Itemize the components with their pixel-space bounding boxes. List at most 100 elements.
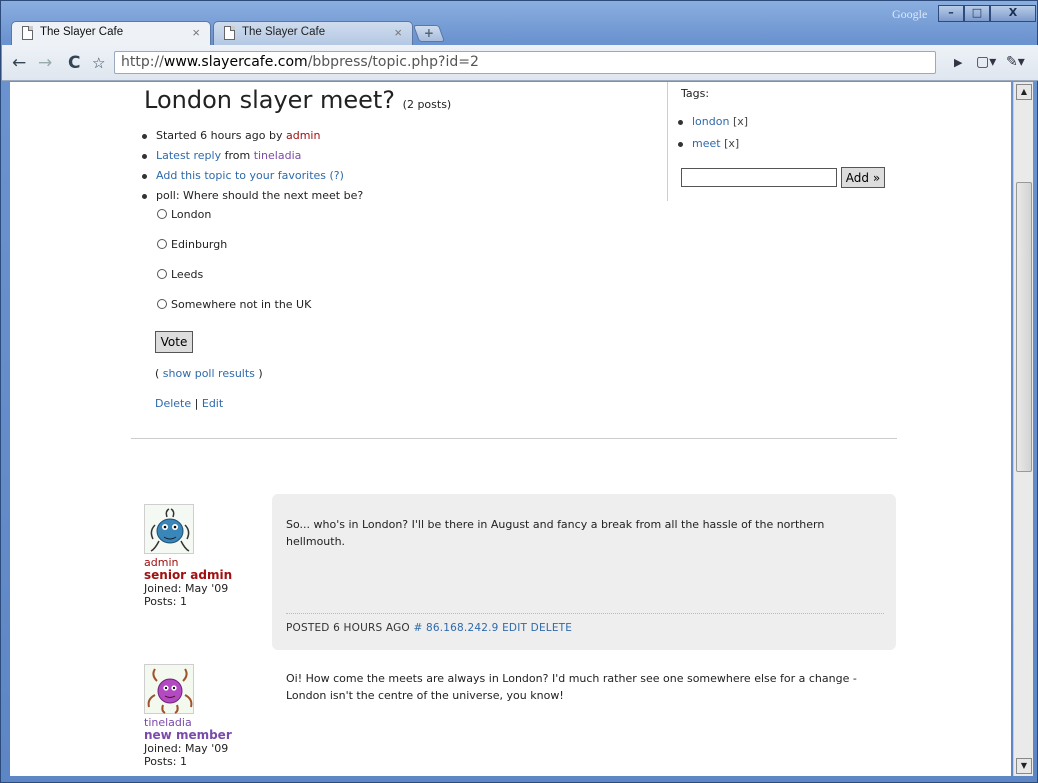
radio-button[interactable] <box>157 209 167 219</box>
topic-title-text: London slayer meet? <box>144 86 396 114</box>
post-content: Oi! How come the meets are always in Lon… <box>272 648 896 776</box>
star-icon[interactable]: ☆ <box>92 54 105 72</box>
author-joined: Joined: May '09 <box>144 582 229 595</box>
tab-inactive[interactable]: The Slayer Cafe × <box>213 21 413 45</box>
tags-title: Tags: <box>681 87 710 100</box>
poll-option[interactable]: Edinburgh <box>157 238 311 268</box>
delete-topic-link[interactable]: Delete <box>155 397 191 410</box>
topic-title: London slayer meet? (2 posts) <box>144 86 451 114</box>
vertical-scrollbar[interactable]: ▲ ▼ <box>1013 82 1033 776</box>
page-menu-icon[interactable]: ▢▾ <box>976 54 996 70</box>
radio-button[interactable] <box>157 269 167 279</box>
started-by-link[interactable]: admin <box>286 129 320 142</box>
post-meta: POSTED 6 HOURS AGO # 86.168.242.9 EDIT D… <box>286 613 884 637</box>
post-text: So... who's in London? I'll be there in … <box>286 518 825 548</box>
tag-link[interactable]: meet <box>692 137 721 150</box>
radio-button[interactable] <box>157 239 167 249</box>
post-count: (2 posts) <box>402 98 452 111</box>
page-icon <box>22 26 33 40</box>
tag-remove-link[interactable]: [x] <box>724 137 739 150</box>
post-delete-link[interactable]: DELETE <box>531 622 572 634</box>
scroll-down-icon[interactable]: ▼ <box>1016 758 1032 774</box>
poll-options: London Edinburgh Leeds Somewhere not in … <box>157 208 311 328</box>
poll-option-label: Leeds <box>171 268 204 281</box>
page-viewport: London slayer meet? (2 posts) Started 6 … <box>10 82 1011 776</box>
plus-icon: + <box>423 26 434 40</box>
poll-option-label: Somewhere not in the UK <box>171 298 312 311</box>
tag-list: london [x] meet [x] <box>678 115 748 159</box>
reload-icon[interactable]: C <box>68 53 80 73</box>
go-arrow-icon[interactable]: ▶ <box>954 56 962 69</box>
author-role: new member <box>144 728 232 742</box>
tab-active[interactable]: The Slayer Cafe × <box>11 21 211 45</box>
browser-toolbar: ← → C ☆ http://www.slayercafe.com/bbpres… <box>2 45 1038 81</box>
avatar-image <box>147 668 193 714</box>
radio-button[interactable] <box>157 299 167 309</box>
tag-input[interactable] <box>681 168 837 187</box>
add-tag-button[interactable]: Add » <box>841 167 885 188</box>
author-info: admin senior admin Joined: May '09 Posts… <box>144 556 232 608</box>
paren-close: ) <box>254 367 263 380</box>
scroll-up-icon[interactable]: ▲ <box>1016 84 1032 100</box>
latest-reply-line: Latest reply from tineladia <box>141 146 363 166</box>
vote-button[interactable]: Vote <box>155 331 193 353</box>
avatar <box>144 664 194 714</box>
post-ip-link[interactable]: # 86.168.242.9 <box>413 622 498 634</box>
poll-option-label: Edinburgh <box>171 238 228 251</box>
post-edit-link[interactable]: EDIT <box>502 622 527 634</box>
tab-close-icon[interactable]: × <box>394 25 402 40</box>
url-prefix: http:// <box>121 54 164 70</box>
latest-reply-link[interactable]: Latest reply <box>156 149 221 162</box>
poll-option[interactable]: London <box>157 208 311 238</box>
favorites-help-link[interactable]: (?) <box>330 169 344 182</box>
started-text: Started 6 hours ago by <box>156 129 286 142</box>
back-icon[interactable]: ← <box>12 53 26 73</box>
wrench-icon[interactable]: ✎▾ <box>1006 54 1025 70</box>
author-posts: Posts: 1 <box>144 755 187 768</box>
forward-icon[interactable]: → <box>38 53 52 73</box>
tab-label: The Slayer Cafe <box>242 26 326 38</box>
minimize-button[interactable]: – <box>938 5 964 22</box>
edit-topic-link[interactable]: Edit <box>202 397 223 410</box>
close-window-button[interactable]: X <box>990 5 1036 22</box>
latest-reply-from: from <box>221 149 254 162</box>
poll-option[interactable]: Leeds <box>157 268 311 298</box>
tab-close-icon[interactable]: × <box>192 25 200 40</box>
show-poll-results-link[interactable]: show poll results <box>163 367 255 380</box>
poll-results-line: ( show poll results ) <box>155 367 263 380</box>
topic-meta-list: Started 6 hours ago by admin Latest repl… <box>141 126 363 206</box>
google-label: Google <box>892 7 928 21</box>
poll-option-label: London <box>171 208 212 221</box>
post-tineladia: tineladia new member Joined: May '09 Pos… <box>141 654 901 776</box>
tag-remove-link[interactable]: [x] <box>733 115 748 128</box>
post-text: Oi! How come the meets are always in Lon… <box>286 672 857 702</box>
add-favorites-link[interactable]: Add this topic to your favorites <box>156 169 326 182</box>
posted-time: POSTED 6 HOURS AGO <box>286 622 410 634</box>
maximize-button[interactable]: □ <box>964 5 990 22</box>
poll-option[interactable]: Somewhere not in the UK <box>157 298 311 328</box>
scroll-thumb[interactable] <box>1016 182 1032 472</box>
new-tab-button[interactable]: + <box>412 25 446 42</box>
author-posts: Posts: 1 <box>144 595 187 608</box>
author-info: tineladia new member Joined: May '09 Pos… <box>144 716 232 768</box>
poll-question: poll: Where should the next meet be? <box>141 186 363 206</box>
post-content: So... who's in London? I'll be there in … <box>272 494 896 650</box>
page-icon <box>224 26 235 40</box>
tags-panel: Tags: london [x] meet [x] Add » <box>667 82 887 201</box>
tag-item: london [x] <box>678 115 748 137</box>
url-path: /bbpress/topic.php?id=2 <box>307 54 479 70</box>
tab-strip: The Slayer Cafe × The Slayer Cafe × + Go… <box>1 1 1037 45</box>
latest-reply-user-link[interactable]: tineladia <box>254 149 302 162</box>
post-admin: admin senior admin Joined: May '09 Posts… <box>141 494 901 654</box>
topic-divider <box>131 438 897 439</box>
address-bar[interactable]: http://www.slayercafe.com/bbpress/topic.… <box>114 51 936 74</box>
avatar <box>144 504 194 554</box>
avatar-image <box>150 508 190 552</box>
favorites-line: Add this topic to your favorites (?) <box>141 166 363 186</box>
tag-link[interactable]: london <box>692 115 729 128</box>
tag-item: meet [x] <box>678 137 748 159</box>
action-separator: | <box>194 397 199 410</box>
started-line: Started 6 hours ago by admin <box>141 126 363 146</box>
window-controls: – □ X <box>938 5 1036 23</box>
tab-label: The Slayer Cafe <box>40 26 124 38</box>
